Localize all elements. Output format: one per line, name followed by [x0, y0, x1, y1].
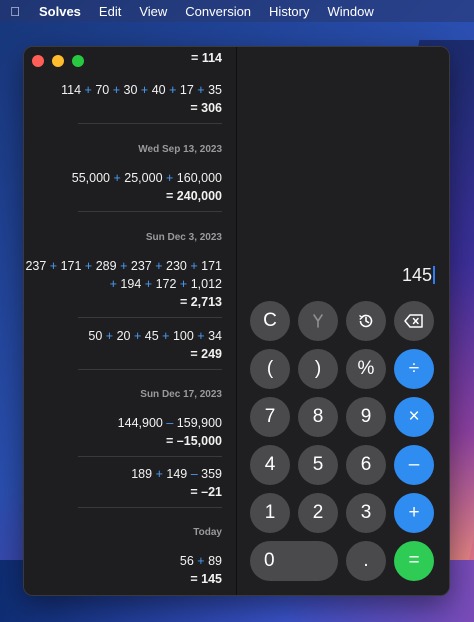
operator-symbol: +	[155, 259, 163, 273]
apple-logo-icon[interactable]: 	[0, 4, 30, 19]
branch-icon	[310, 313, 326, 329]
menu-edit[interactable]: Edit	[90, 4, 130, 19]
operator-symbol: –	[166, 416, 174, 430]
operator-symbol: +	[113, 171, 121, 185]
zoom-window-button[interactable]	[72, 55, 84, 67]
history-date: Today	[193, 527, 222, 538]
operator-symbol: +	[190, 259, 198, 273]
operator-symbol: +	[144, 277, 153, 291]
equals-button[interactable]: =	[394, 541, 434, 581]
calculator-panel: 145 C ( ) % ÷ 7 8 9 × 4 5 6 – 1 2 3 + 0 …	[237, 47, 449, 595]
history-result[interactable]: = 114	[191, 49, 222, 67]
menu-app-name[interactable]: Solves	[30, 4, 90, 19]
history-result[interactable]: = 2,713	[180, 293, 222, 311]
calculator-display[interactable]: 145	[402, 265, 435, 286]
minimize-window-button[interactable]	[52, 55, 64, 67]
history-expression[interactable]: 144,900 – 159,900	[118, 414, 222, 432]
menu-history[interactable]: History	[260, 4, 318, 19]
divide-button[interactable]: ÷	[394, 349, 434, 389]
display-value: 145	[401, 265, 432, 285]
history-result[interactable]: = 306	[190, 99, 222, 117]
history-panel[interactable]: = 114 114 + 70 + 30 + 40 + 17 + 35 = 306 We…	[24, 47, 237, 595]
operator-symbol: –	[190, 467, 198, 481]
history-result[interactable]: = 240,000	[166, 187, 222, 205]
four-button[interactable]: 4	[250, 445, 290, 485]
history-separator	[78, 317, 222, 318]
backspace-icon	[404, 313, 424, 329]
operator-symbol: +	[162, 329, 170, 343]
operator-symbol: +	[140, 83, 149, 97]
operator-symbol: +	[197, 329, 205, 343]
history-result[interactable]: = 249	[190, 345, 222, 363]
operator-symbol: +	[179, 277, 188, 291]
operator-symbol: +	[133, 329, 142, 343]
zero-button[interactable]: 0	[250, 541, 338, 581]
menu-window[interactable]: Window	[319, 4, 383, 19]
clear-button[interactable]: C	[250, 301, 290, 341]
operator-symbol: +	[169, 83, 177, 97]
backspace-button[interactable]	[394, 301, 434, 341]
operator-symbol: +	[112, 83, 121, 97]
three-button[interactable]: 3	[346, 493, 386, 533]
history-expression[interactable]: 189 + 149 – 359	[131, 465, 222, 483]
minus-button[interactable]: –	[394, 445, 434, 485]
history-separator	[78, 507, 222, 508]
menu-view[interactable]: View	[130, 4, 176, 19]
nine-button[interactable]: 9	[346, 397, 386, 437]
decimal-button[interactable]: .	[346, 541, 386, 581]
history-result[interactable]: = –15,000	[166, 432, 222, 450]
open-paren-button[interactable]: (	[250, 349, 290, 389]
operator-symbol: +	[49, 259, 58, 273]
operator-symbol: +	[84, 83, 92, 97]
history-separator	[78, 456, 222, 457]
history-separator	[78, 123, 222, 124]
operator-symbol: +	[105, 329, 114, 343]
one-button[interactable]: 1	[250, 493, 290, 533]
history-result[interactable]: = 145	[190, 570, 222, 588]
operator-symbol: +	[166, 171, 174, 185]
branch-button[interactable]	[298, 301, 338, 341]
text-caret	[433, 266, 435, 284]
history-expression[interactable]: 237 + 171 + 289 + 237 + 230 + 171	[25, 257, 222, 275]
two-button[interactable]: 2	[298, 493, 338, 533]
close-paren-button[interactable]: )	[298, 349, 338, 389]
operator-symbol: +	[155, 467, 163, 481]
plus-button[interactable]: +	[394, 493, 434, 533]
window-controls	[32, 55, 84, 67]
operator-symbol: +	[197, 83, 205, 97]
history-separator	[78, 211, 222, 212]
history-expression[interactable]: 55,000 + 25,000 + 160,000	[72, 169, 222, 187]
operator-symbol: +	[84, 259, 93, 273]
history-separator	[78, 369, 222, 370]
history-date: Sun Dec 3, 2023	[145, 232, 222, 243]
history-date: Sun Dec 17, 2023	[140, 389, 222, 400]
history-expression[interactable]: 50 + 20 + 45 + 100 + 34	[88, 327, 222, 345]
seven-button[interactable]: 7	[250, 397, 290, 437]
app-window: = 114 114 + 70 + 30 + 40 + 17 + 35 = 306 We…	[23, 46, 450, 596]
history-icon	[357, 312, 375, 330]
history-expression[interactable]: 56 + 89	[180, 552, 222, 570]
menu-bar:  Solves Edit View Conversion History Wi…	[0, 0, 474, 22]
menu-conversion[interactable]: Conversion	[176, 4, 260, 19]
operator-symbol: +	[120, 259, 128, 273]
multiply-button[interactable]: ×	[394, 397, 434, 437]
percent-button[interactable]: %	[346, 349, 386, 389]
history-expression[interactable]: 114 + 70 + 30 + 40 + 17 + 35	[61, 81, 222, 99]
history-button[interactable]	[346, 301, 386, 341]
history-expression[interactable]: + 194 + 172 + 1,012	[110, 275, 222, 293]
five-button[interactable]: 5	[298, 445, 338, 485]
eight-button[interactable]: 8	[298, 397, 338, 437]
close-window-button[interactable]	[32, 55, 44, 67]
history-date: Wed Sep 13, 2023	[138, 144, 222, 155]
history-result[interactable]: = –21	[190, 483, 222, 501]
operator-symbol: +	[197, 554, 205, 568]
six-button[interactable]: 6	[346, 445, 386, 485]
operator-symbol: +	[109, 277, 117, 291]
